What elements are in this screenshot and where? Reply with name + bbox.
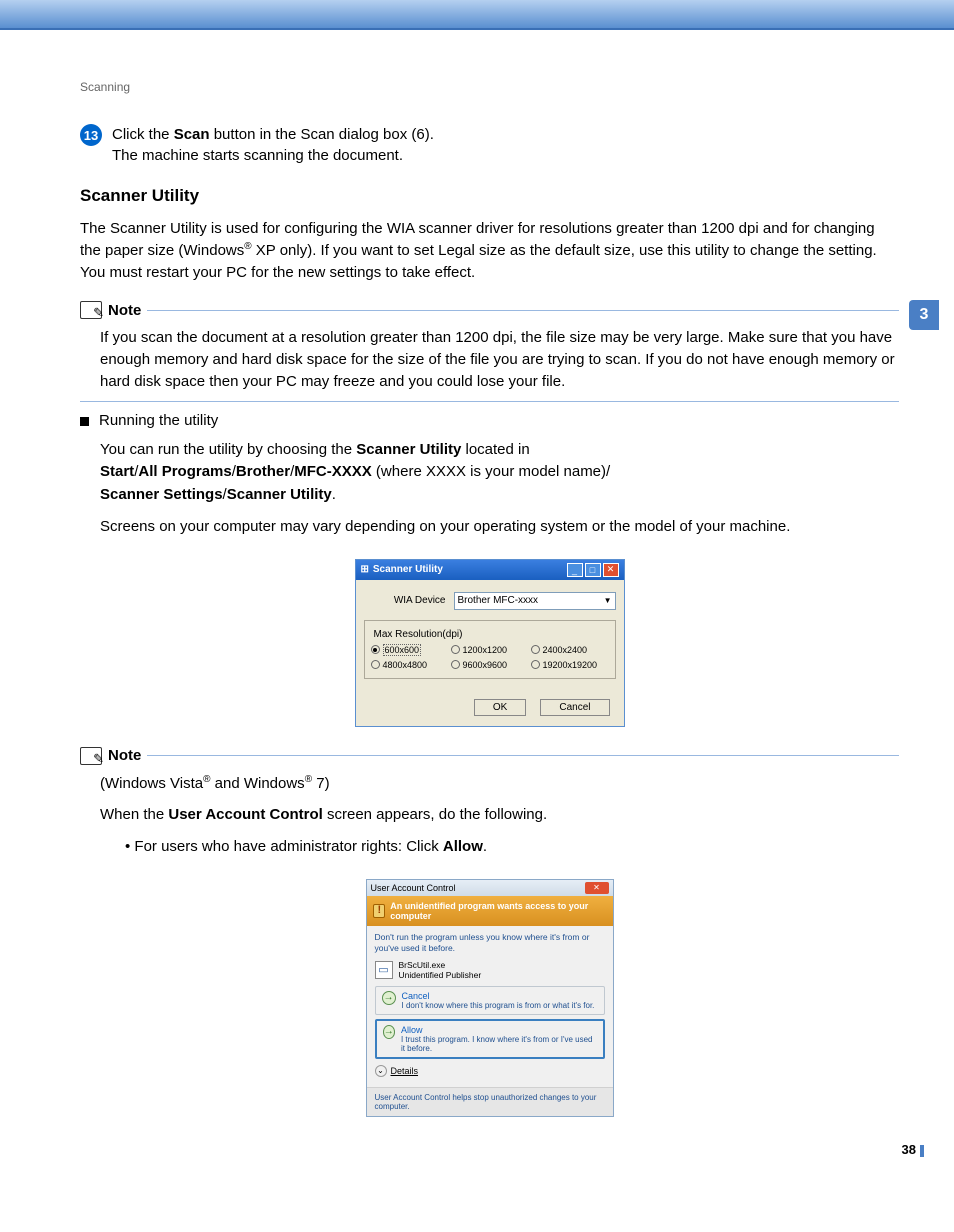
radio-19200[interactable]: 19200x19200 [531, 660, 609, 670]
uac-file-name: BrScUtil.exe [399, 960, 482, 970]
step-number-badge: 13 [80, 124, 102, 146]
uac-cancel-desc: I don't know where this program is from … [402, 1001, 595, 1010]
max-resolution-label: Max Resolution(dpi) [371, 629, 466, 640]
chevron-down-icon: ⌄ [375, 1065, 387, 1077]
chevron-down-icon: ▼ [604, 596, 612, 605]
arrow-icon: → [383, 1025, 395, 1039]
note-icon [80, 747, 102, 765]
arrow-icon: → [382, 991, 396, 1005]
uac-details-label: Details [391, 1066, 419, 1076]
note-icon [80, 301, 102, 319]
note-end-divider [80, 401, 899, 402]
wia-device-select[interactable]: Brother MFC-xxxx ▼ [454, 592, 616, 610]
uac-message: Don't run the program unless you know wh… [375, 932, 605, 954]
minimize-button[interactable]: _ [567, 563, 583, 577]
uac-allow-option[interactable]: → Allow I trust this program. I know whe… [375, 1019, 605, 1059]
scanner-utility-window: ⊞ Scanner Utility _ □ ✕ WIA Device Broth… [355, 559, 625, 727]
shield-icon [373, 904, 386, 918]
step-13: 13 Click the Scan button in the Scan dia… [80, 124, 899, 166]
note-label: Note [108, 747, 141, 764]
window-titlebar: ⊞ Scanner Utility _ □ ✕ [356, 560, 624, 580]
cancel-button[interactable]: Cancel [540, 699, 609, 716]
uac-cancel-title: Cancel [402, 991, 595, 1001]
window-title: Scanner Utility [373, 564, 443, 575]
uac-footer: User Account Control helps stop unauthor… [367, 1087, 613, 1116]
radio-4800[interactable]: 4800x4800 [371, 660, 449, 670]
uac-title-text: User Account Control [371, 883, 456, 893]
uac-file-publisher: Unidentified Publisher [399, 970, 482, 980]
app-icon: ⊞ [361, 564, 369, 575]
uac-allow-desc: I trust this program. I know where it's … [401, 1035, 597, 1053]
note-divider [147, 755, 899, 756]
radio-600[interactable]: 600x600 [371, 644, 449, 656]
note-divider [147, 310, 899, 311]
uac-window: User Account Control ✕ An unidentified p… [366, 879, 614, 1117]
note-block-1: Note If you scan the document at a resol… [80, 301, 899, 401]
uac-file-info: ▭ BrScUtil.exe Unidentified Publisher [375, 960, 605, 980]
intro-paragraph: The Scanner Utility is used for configur… [80, 218, 899, 283]
max-resolution-group: Max Resolution(dpi) 600x600 1200x1200 24… [364, 620, 616, 679]
radio-2400[interactable]: 2400x2400 [531, 644, 609, 656]
uac-details-toggle[interactable]: ⌄ Details [375, 1065, 605, 1077]
page-number: 38 [902, 1142, 924, 1157]
note-body: If you scan the document at a resolution… [100, 327, 899, 392]
ok-button[interactable]: OK [474, 699, 526, 716]
section-heading: Scanner Utility [80, 186, 899, 206]
uac-allow-title: Allow [401, 1025, 597, 1035]
file-icon: ▭ [375, 961, 393, 979]
wia-device-label: WIA Device [364, 595, 454, 606]
running-utility-body: You can run the utility by choosing the … [100, 439, 899, 539]
page-header-bar [0, 0, 954, 30]
chapter-tab: 3 [909, 300, 939, 330]
uac-titlebar: User Account Control ✕ [367, 880, 613, 896]
note-block-2: Note (Windows Vista® and Windows® 7) Whe… [80, 747, 899, 859]
radio-9600[interactable]: 9600x9600 [451, 660, 529, 670]
chapter-heading: Scanning [80, 80, 899, 94]
uac-warning-bar: An unidentified program wants access to … [367, 896, 613, 926]
square-bullet-icon [80, 417, 89, 426]
close-button[interactable]: ✕ [603, 563, 619, 577]
uac-warning-text: An unidentified program wants access to … [390, 901, 606, 921]
wia-device-value: Brother MFC-xxxx [458, 595, 539, 606]
maximize-button[interactable]: □ [585, 563, 601, 577]
note-body-2: (Windows Vista® and Windows® 7) When the… [100, 773, 899, 859]
running-utility-heading: Running the utility [80, 412, 899, 429]
uac-cancel-option[interactable]: → Cancel I don't know where this program… [375, 986, 605, 1015]
radio-1200[interactable]: 1200x1200 [451, 644, 529, 656]
step-text: Click the Scan button in the Scan dialog… [112, 124, 899, 166]
close-button[interactable]: ✕ [585, 882, 609, 894]
note-label: Note [108, 302, 141, 319]
